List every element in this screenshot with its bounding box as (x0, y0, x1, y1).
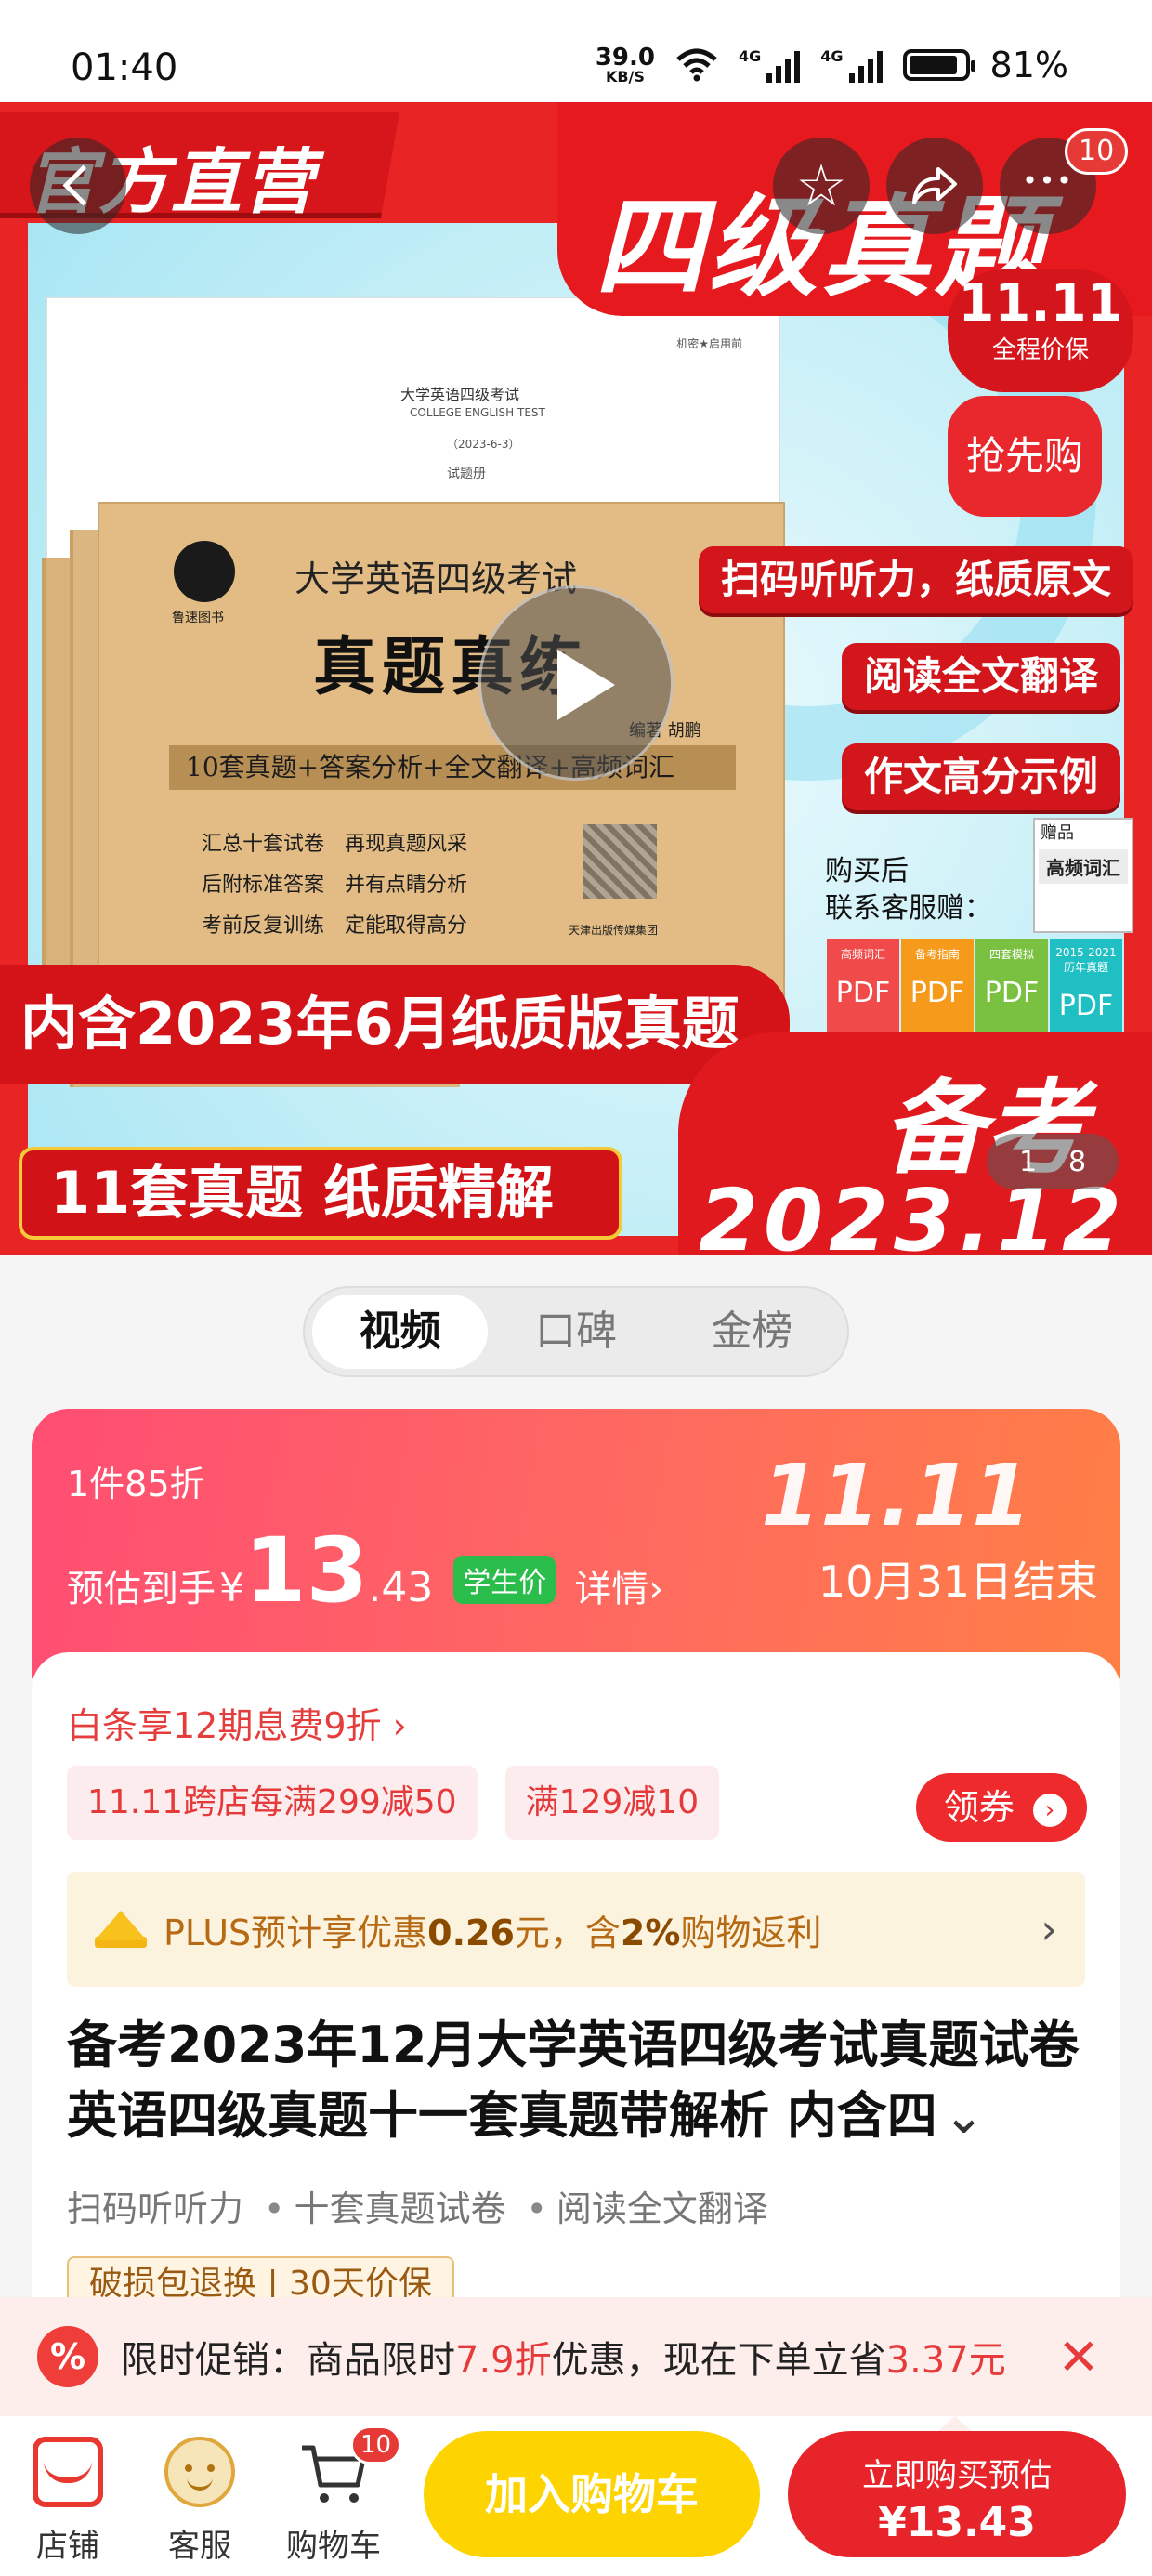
crown-icon (95, 1911, 147, 1948)
customer-service-button[interactable]: 客服 (149, 2437, 251, 2566)
plus-member-row[interactable]: PLUS预计享优惠0.26元，含2%购物返利 › (67, 1872, 1085, 1987)
grab-button: 抢先购 (948, 396, 1102, 517)
coupon-list: 11.11跨店每满299减50 满129减10 (67, 1766, 720, 1840)
pdf-gifts: 高频词汇 PDF 备考指南 PDF 四套模拟 PDF 2015-2021 历年真题 PD… (827, 939, 1122, 1032)
promo-end-date: 10月31日结束 (818, 1557, 1098, 1607)
signal-icon: 4G (739, 47, 801, 83)
flash-sale-bar[interactable]: % 限时促销：商品限时7.9折优惠，现在下单立省3.37元 ✕ (0, 2297, 1152, 2416)
product-title[interactable]: 备考2023年12月大学英语四级考试真题试卷英语四级真题十一套真题带解析 内含四… (67, 2010, 1089, 2151)
chevron-right-icon: › (1041, 1905, 1057, 1953)
pdf-item: 四套模拟 PDF (975, 939, 1048, 1032)
signal-icon: 4G (820, 47, 883, 83)
network-speed: 39.0 KB/S (595, 44, 655, 85)
book-points: 汇总十套试卷 再现真题风采 后附标准答案 并有点睛分析 考前反复训练 定能取得高… (202, 833, 468, 938)
add-to-cart-button[interactable]: 加入购物车 (424, 2431, 760, 2557)
price-card: 1件85折 预估到手 ¥ 13 .43 学生价 详情› 11.11 10月31日… (32, 1409, 1120, 1678)
product-tags: 扫码听听力十套真题试卷阅读全文翻译 (67, 2180, 789, 2231)
discount-text: 1件85折 (67, 1464, 205, 1505)
promo-1111-logo: 11.11 (760, 1446, 1031, 1545)
play-video-button[interactable] (478, 585, 674, 781)
discount-icon: % (37, 2326, 98, 2387)
favorite-star-icon[interactable] (773, 138, 870, 234)
estimated-price: 预估到手 ¥ 13 .43 学生价 详情› (67, 1518, 664, 1623)
bottom-action-bar: 店铺 客服 10 购物车 加入购物车 立即购买预估 ¥13.43 (0, 2416, 1152, 2576)
share-icon[interactable] (886, 138, 983, 234)
media-tabs: 视频 口碑 金榜 (303, 1286, 849, 1377)
cart-count-badge: 10 (350, 2425, 402, 2464)
pdf-item: 高频词汇 PDF (827, 939, 899, 1032)
image-pager: 1 8 (987, 1134, 1119, 1189)
tab-video[interactable]: 视频 (312, 1295, 489, 1369)
gift-card: 赠品 高频词汇 (1033, 818, 1133, 933)
message-count-badge: 10 (1065, 128, 1129, 175)
tab-reviews[interactable]: 口碑 (488, 1295, 663, 1369)
feature-label: 作文高分示例 (842, 743, 1121, 810)
coupon-tag[interactable]: 满129减10 (504, 1766, 720, 1840)
status-time: 01:40 (71, 46, 178, 89)
shopping-cart-icon: 10 (298, 2425, 402, 2507)
store-button[interactable]: 店铺 (17, 2437, 119, 2566)
battery-icon (902, 49, 975, 81)
store-icon (33, 2437, 103, 2507)
status-bar: 01:40 39.0 KB/S 4G 4G 81% (0, 0, 1152, 102)
gift-note: 购买后 联系客服赠： (825, 855, 992, 925)
expand-title-icon[interactable]: ⌄ (943, 2086, 985, 2145)
cart-button[interactable]: 10 购物车 (282, 2425, 402, 2566)
wifi-icon (676, 48, 717, 82)
flash-sale-text: 限时促销：商品限时7.9折优惠，现在下单立省3.37元 (121, 2339, 1006, 2382)
buy-now-button[interactable]: 立即购买预估 ¥13.43 (788, 2416, 1126, 2557)
product-image-carousel[interactable]: 机密★启用前 大学英语四级考试 COLLEGE ENGLISH TEST （20… (0, 102, 1152, 1255)
publisher-logo-icon (174, 541, 235, 602)
feature-label: 扫码听听力，纸质原文 (699, 546, 1134, 613)
product-info-card: 白条享12期息费9折 › 11.11跨店每满299减50 满129减10 领券 … (32, 1652, 1120, 2377)
feature-label: 阅读全文翻译 (842, 643, 1121, 710)
promo-1111-badge: 11.11 全程价保 (948, 269, 1133, 392)
tab-ranking[interactable]: 金榜 (664, 1295, 840, 1369)
chevron-right-icon: › (1033, 1793, 1067, 1827)
customer-service-icon (164, 2437, 235, 2507)
status-icons: 39.0 KB/S 4G 4G 81% (596, 45, 1068, 85)
eleven-sets-banner: 11套真题 纸质精解 (19, 1147, 622, 1240)
coupon-tag[interactable]: 11.11跨店每满299减50 (67, 1766, 478, 1840)
battery-percent: 81% (989, 45, 1068, 85)
pdf-item: 2015-2021 历年真题 PDF (1050, 939, 1122, 1032)
price-detail-link[interactable]: 详情› (574, 1558, 663, 1612)
back-button[interactable] (30, 138, 126, 234)
student-price-badge: 学生价 (453, 1556, 556, 1604)
qr-code-icon (583, 824, 657, 899)
pdf-item: 备考指南 PDF (901, 939, 974, 1032)
baitiao-installment-link[interactable]: 白条享12期息费9折 › (67, 1697, 407, 1748)
close-icon[interactable]: ✕ (1037, 2328, 1120, 2386)
get-coupon-button[interactable]: 领券 › (915, 1773, 1087, 1842)
includes-2023-banner: 内含2023年6月纸质版真题 (0, 965, 790, 1084)
